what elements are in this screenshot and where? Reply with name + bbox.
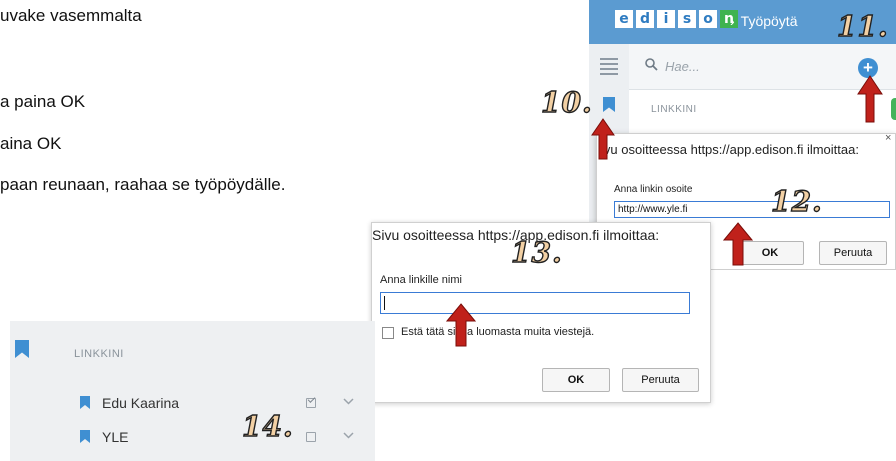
- instruction-line-2: a paina OK: [0, 92, 86, 111]
- name-field-label: Anna linkille nimi: [380, 274, 462, 286]
- checkbox-label: Estä tätä sivua luomasta muita viestejä.: [401, 326, 595, 338]
- step-number-11: 11.: [836, 9, 889, 43]
- arrow-up-icon: [857, 75, 883, 123]
- ok-button[interactable]: OK: [542, 368, 610, 392]
- text-caret: [384, 296, 385, 310]
- link-label: YLE: [102, 429, 129, 445]
- link-label: Edu Kaarina: [102, 395, 180, 411]
- link-list-panel: LINKKINI Edu Kaarina YLE: [10, 321, 375, 461]
- close-icon[interactable]: ×: [885, 132, 891, 144]
- breadcrumb-current: Työpöytä: [740, 13, 798, 29]
- link-item[interactable]: Edu Kaarina: [10, 387, 375, 421]
- step-number-10: 10.: [540, 85, 593, 119]
- url-field-label: Anna linkin osoite: [614, 184, 693, 195]
- arrow-up-icon: [591, 118, 615, 160]
- chevron-right-icon: ›: [730, 13, 735, 29]
- section-label: LINKKINI: [651, 104, 697, 115]
- step-number-12: 12.: [770, 184, 823, 218]
- bookmark-icon: [80, 396, 90, 414]
- arrow-up-icon: [446, 303, 476, 347]
- link-item[interactable]: YLE: [10, 421, 375, 455]
- logo-letter: o: [699, 10, 717, 28]
- logo-letter: s: [678, 10, 696, 28]
- link-checkbox[interactable]: [306, 432, 316, 442]
- arrow-up-icon: [723, 222, 753, 266]
- link-checkbox[interactable]: [306, 398, 316, 408]
- block-dialogs-checkbox[interactable]: [382, 327, 394, 339]
- search-icon: [645, 58, 658, 75]
- chevron-down-icon[interactable]: [343, 393, 354, 408]
- step-number-14: 14.: [241, 409, 294, 443]
- url-input[interactable]: http://www.yle.fi: [614, 201, 890, 218]
- breadcrumb[interactable]: › Työpöytä: [730, 13, 798, 29]
- search-placeholder: Hae...: [665, 59, 700, 74]
- cancel-button[interactable]: Peruuta: [622, 368, 699, 392]
- name-input[interactable]: [380, 292, 690, 314]
- instruction-line-3: aina OK: [0, 134, 62, 153]
- logo-letter: d: [636, 10, 654, 28]
- green-badge: [891, 98, 896, 120]
- bookmark-icon[interactable]: [15, 340, 29, 363]
- logo-letter: e: [615, 10, 633, 28]
- dialog-title: ivu osoitteessa https://app.edison.fi il…: [601, 142, 859, 157]
- search-bar[interactable]: Hae...: [629, 44, 896, 90]
- section-label: LINKKINI: [74, 348, 124, 360]
- logo-letter: i: [657, 10, 675, 28]
- list-menu-icon[interactable]: [600, 58, 618, 78]
- bookmark-icon[interactable]: [603, 97, 615, 117]
- bookmark-icon: [80, 430, 90, 448]
- instruction-line-1: uvake vasemmalta: [0, 6, 142, 25]
- cancel-button[interactable]: Peruuta: [819, 241, 887, 265]
- chevron-down-icon[interactable]: [343, 427, 354, 442]
- instruction-line-4: paan reunaan, raahaa se työpöydälle.: [0, 175, 286, 194]
- edison-logo: e d i s o n: [615, 10, 738, 28]
- step-number-13: 13.: [510, 235, 563, 269]
